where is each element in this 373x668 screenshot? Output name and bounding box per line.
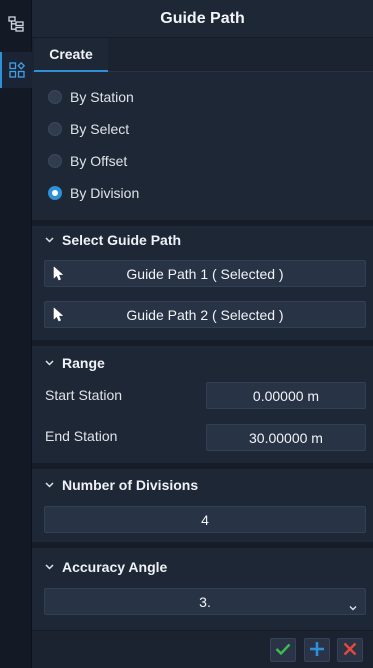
section-title: Select Guide Path	[62, 232, 182, 248]
range-section: Range Start Station 0.00000 m End Statio…	[32, 346, 373, 463]
tree-hierarchy-icon	[8, 16, 24, 32]
accuracy-value: 3.	[199, 593, 211, 610]
end-station-label: End Station	[45, 428, 118, 444]
chevron-down-icon	[44, 480, 54, 490]
end-station-input[interactable]: 30.00000 m	[206, 424, 366, 451]
confirm-button[interactable]	[270, 638, 296, 662]
radio-button[interactable]	[48, 90, 62, 104]
radio-label: By Station	[70, 89, 134, 105]
guide-path-1-button[interactable]: Guide Path 1 ( Selected )	[44, 260, 366, 287]
divisions-input[interactable]: 4	[44, 506, 366, 533]
section-title: Number of Divisions	[62, 477, 199, 493]
radio-by-select[interactable]: By Select	[48, 118, 129, 140]
radio-by-division[interactable]: By Division	[48, 182, 139, 204]
section-header-divisions[interactable]: Number of Divisions	[44, 475, 198, 495]
guide-path-2-button[interactable]: Guide Path 2 ( Selected )	[44, 301, 366, 328]
select-guide-path-section: Select Guide Path Guide Path 1 ( Selecte…	[32, 226, 373, 340]
chevron-down-icon	[44, 562, 54, 572]
divisions-section: Number of Divisions 4	[32, 469, 373, 542]
add-button[interactable]	[304, 638, 330, 662]
chevron-down-icon	[349, 598, 357, 614]
section-title: Range	[62, 355, 105, 371]
title-bar: Guide Path	[32, 0, 373, 38]
section-header-range[interactable]: Range	[44, 353, 105, 373]
start-station-input[interactable]: 0.00000 m	[206, 382, 366, 409]
check-icon	[275, 642, 291, 658]
rail-shapes-button[interactable]	[0, 52, 32, 88]
radio-button[interactable]	[48, 122, 62, 136]
tab-bar: Create	[32, 38, 373, 72]
pointer-cursor-icon	[53, 307, 64, 325]
radio-button[interactable]	[48, 154, 62, 168]
panel-title: Guide Path	[160, 9, 245, 27]
accuracy-section: Accuracy Angle 3.	[32, 548, 373, 630]
radio-button-checked[interactable]	[48, 186, 62, 200]
left-rail	[0, 0, 32, 668]
shapes-grid-icon	[9, 62, 25, 78]
close-icon	[343, 642, 357, 659]
chevron-down-icon	[44, 235, 54, 245]
guide-path-1-label: Guide Path 1 ( Selected )	[126, 265, 284, 282]
footer-toolbar	[32, 630, 373, 668]
plus-icon	[309, 641, 325, 660]
section-header-select-guide-path[interactable]: Select Guide Path	[44, 230, 181, 250]
cancel-button[interactable]	[337, 638, 363, 662]
radio-label: By Offset	[70, 153, 128, 169]
chevron-down-icon	[44, 358, 54, 368]
tab-create[interactable]: Create	[34, 38, 108, 72]
start-station-label: Start Station	[45, 387, 123, 403]
radio-label: By Division	[70, 185, 140, 201]
section-title: Accuracy Angle	[62, 559, 168, 575]
method-section: By Station By Select By Offset By Divisi…	[32, 72, 373, 220]
guide-path-2-label: Guide Path 2 ( Selected )	[126, 306, 284, 323]
radio-label: By Select	[70, 121, 130, 137]
guide-path-panel: Guide Path Create By Station By Select B…	[32, 0, 373, 668]
section-header-accuracy[interactable]: Accuracy Angle	[44, 557, 167, 577]
pointer-cursor-icon	[53, 266, 64, 284]
rail-tree-button[interactable]	[0, 6, 32, 42]
radio-by-offset[interactable]: By Offset	[48, 150, 127, 172]
radio-by-station[interactable]: By Station	[48, 86, 134, 108]
accuracy-select[interactable]: 3.	[44, 588, 366, 615]
